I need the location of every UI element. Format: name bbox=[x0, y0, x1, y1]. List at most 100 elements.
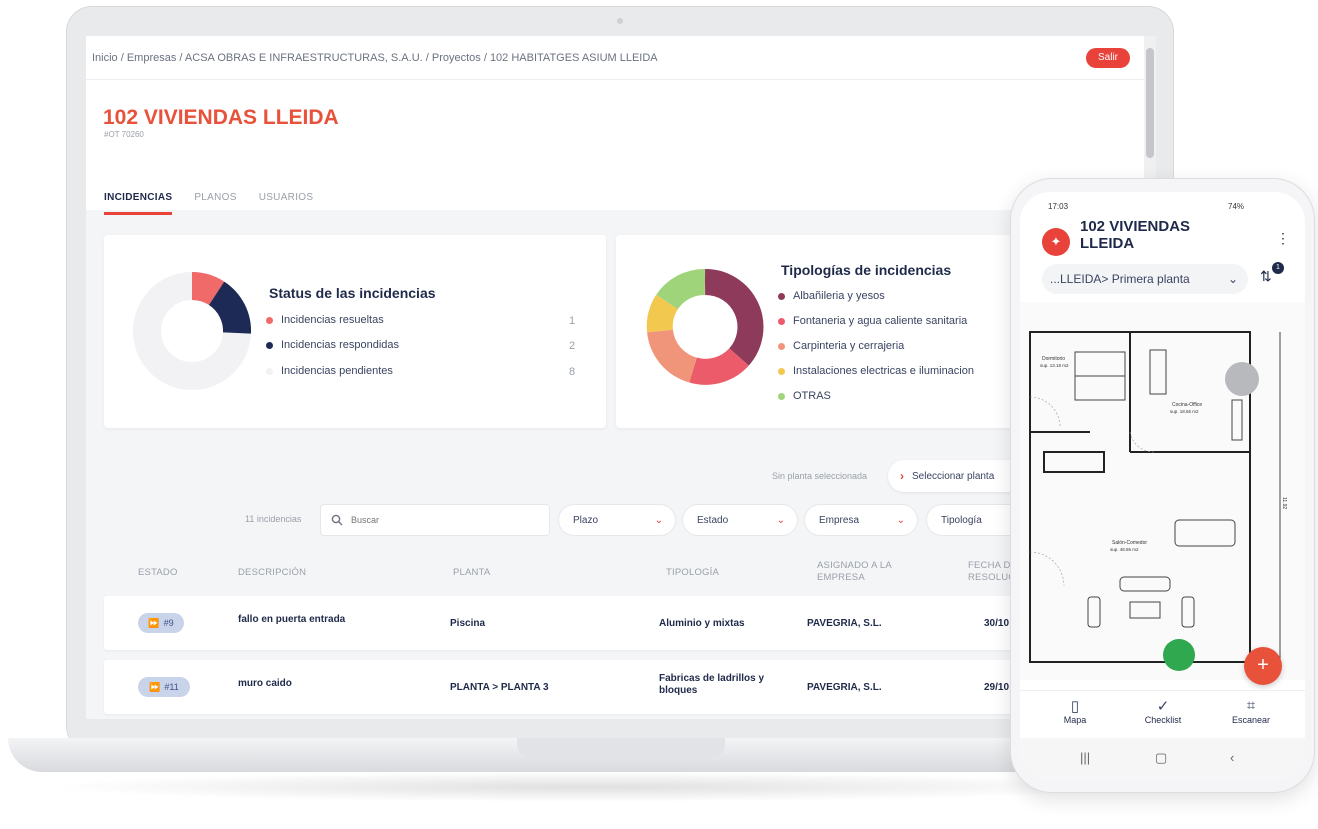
incident-id: #11 bbox=[164, 682, 179, 692]
types-donut-fontaneria bbox=[689, 347, 749, 385]
plan-select-value: ...LLEIDA> Primera planta bbox=[1050, 272, 1190, 286]
cell-type: Aluminio y mixtas bbox=[659, 618, 745, 629]
legend-pendientes: Incidencias pendientes bbox=[266, 365, 393, 377]
nav-label: Checklist bbox=[1144, 715, 1182, 725]
scene: Inicio / Empresas / ACSA OBRAS E INFRAES… bbox=[0, 0, 1318, 829]
room-dormitorio-area: sup. 13.18 m2 bbox=[1040, 363, 1069, 368]
search-input[interactable] bbox=[351, 515, 511, 525]
incident-marker-green[interactable] bbox=[1163, 639, 1195, 671]
legend-dot bbox=[778, 392, 785, 400]
legend-label: Carpinteria y cerrajeria bbox=[793, 340, 905, 352]
home-icon[interactable]: ▢ bbox=[1155, 750, 1167, 766]
legend-fontaneria: Fontaneria y agua caliente sanitaria bbox=[778, 315, 967, 327]
laptop-screen: Inicio / Empresas / ACSA OBRAS E INFRAES… bbox=[86, 36, 1156, 719]
header-descripcion[interactable]: DESCRIPCIÓN bbox=[238, 567, 306, 579]
map-icon: ▯ bbox=[1070, 698, 1080, 715]
filter-label: Empresa bbox=[819, 514, 860, 526]
mobile-plan-select[interactable]: ...LLEIDA> Primera planta ⌄ bbox=[1042, 264, 1248, 294]
legend-label: Fontaneria y agua caliente sanitaria bbox=[793, 315, 968, 327]
tab-incidencias[interactable]: INCIDENCIAS bbox=[104, 192, 173, 215]
status-pill[interactable]: ⏩ #9 bbox=[138, 613, 184, 633]
legend-dot bbox=[778, 292, 785, 300]
breadcrumb[interactable]: Inicio / Empresas / ACSA OBRAS E INFRAES… bbox=[92, 52, 658, 64]
select-plan-label: Seleccionar planta bbox=[912, 470, 995, 482]
select-plan-button[interactable]: › Seleccionar planta bbox=[888, 460, 1028, 492]
cell-company: PAVEGRIA, S.L. bbox=[807, 682, 882, 693]
legend-label: Albañileria y yesos bbox=[793, 290, 885, 302]
cell-company: PAVEGRIA, S.L. bbox=[807, 618, 882, 629]
header-planta[interactable]: PLANTA bbox=[453, 567, 490, 579]
project-code: #OT 70260 bbox=[104, 130, 144, 139]
legend-albanileria: Albañileria y yesos bbox=[778, 290, 885, 302]
legend-dot bbox=[778, 342, 785, 350]
chevron-down-icon: ⌄ bbox=[1227, 272, 1238, 286]
status-battery: 74% bbox=[1228, 202, 1245, 211]
status-time: 17:03 bbox=[1048, 202, 1069, 211]
tab-planos[interactable]: PLANOS bbox=[194, 192, 236, 215]
nav-escanear[interactable]: ⌗ Escanear bbox=[1216, 697, 1286, 725]
fast-forward-icon: ⏩ bbox=[149, 681, 161, 692]
scan-icon: ⌗ bbox=[1246, 697, 1256, 714]
system-nav: ||| ▢ ‹ bbox=[1020, 738, 1305, 780]
types-donut-chart bbox=[646, 268, 764, 385]
room-cocina-area: sup. 18.65 m2 bbox=[1170, 409, 1199, 414]
filter-plazo[interactable]: Plazo ⌄ bbox=[558, 504, 676, 536]
scroll-thumb[interactable] bbox=[1146, 48, 1154, 158]
legend-count: 2 bbox=[569, 340, 576, 352]
types-donut-albanileria bbox=[704, 268, 764, 366]
legend-label: Incidencias respondidas bbox=[281, 339, 400, 351]
nav-label: Mapa bbox=[1063, 715, 1087, 725]
search-box[interactable] bbox=[320, 504, 550, 536]
nav-checklist[interactable]: ✓ Checklist bbox=[1128, 697, 1198, 725]
types-donut-otras bbox=[656, 269, 706, 310]
status-card: Status de las incidencias Incidencias re… bbox=[104, 235, 606, 428]
plan-dimension: 11.92 bbox=[1281, 497, 1287, 509]
recents-icon[interactable]: ||| bbox=[1080, 750, 1090, 765]
legend-label: Incidencias pendientes bbox=[281, 365, 393, 377]
legend-dot bbox=[778, 317, 785, 325]
types-donut-carpinteria bbox=[647, 328, 698, 383]
floor-plan[interactable]: Dormitorio sup. 13.18 m2 Cocina-Office s… bbox=[1020, 302, 1305, 680]
fast-forward-icon: ⏩ bbox=[148, 617, 160, 628]
table-row[interactable]: ⏩ #9 fallo en puerta entrada Piscina Alum… bbox=[104, 596, 1144, 650]
legend-dot bbox=[266, 367, 273, 375]
legend-resueltas: Incidencias resueltas bbox=[266, 314, 384, 326]
header-tipologia[interactable]: TIPOLOGÍA bbox=[666, 567, 719, 579]
types-card: Tipologías de incidencias Albañileria y … bbox=[616, 235, 1056, 428]
chevron-down-icon: ⌄ bbox=[654, 514, 663, 526]
nav-mapa[interactable]: ▯ Mapa bbox=[1040, 697, 1110, 725]
more-options-icon[interactable]: ⋮ bbox=[1276, 230, 1290, 247]
back-icon[interactable]: ‹ bbox=[1230, 750, 1234, 765]
filter-icon[interactable]: ⇅ bbox=[1260, 268, 1272, 285]
filter-empresa[interactable]: Empresa ⌄ bbox=[804, 504, 918, 536]
cell-date: 30/10 bbox=[984, 618, 1010, 629]
types-card-title: Tipologías de incidencias bbox=[781, 262, 952, 278]
filter-label: Estado bbox=[697, 514, 729, 526]
room-salon-area: sup. 48.55 m2 bbox=[1110, 547, 1139, 552]
header-asignado[interactable]: ASIGNADO A LA EMPRESA bbox=[817, 560, 917, 584]
table-row[interactable]: ⏩ #11 muro caido PLANTA > PLANTA 3 Fabric… bbox=[104, 660, 1144, 714]
status-donut-resolved bbox=[191, 271, 225, 306]
status-pill[interactable]: ⏩ #11 bbox=[138, 677, 190, 697]
room-cocina: Cocina-Office bbox=[1172, 402, 1202, 408]
top-bar: Inicio / Empresas / ACSA OBRAS E INFRAES… bbox=[86, 36, 1156, 80]
legend-respondidas: Incidencias respondidas bbox=[266, 339, 399, 351]
room-dormitorio: Dormitorio bbox=[1042, 356, 1065, 362]
search-icon bbox=[331, 514, 343, 526]
chevron-down-icon: ⌄ bbox=[776, 514, 785, 526]
add-incident-button[interactable]: + bbox=[1244, 647, 1282, 685]
logout-button[interactable]: Salir bbox=[1086, 48, 1130, 68]
incident-marker-gray[interactable] bbox=[1225, 362, 1259, 396]
status-card-title: Status de las incidencias bbox=[269, 285, 436, 301]
project-header: 102 VIVIENDAS LLEIDA #OT 70260 INCIDENCI… bbox=[86, 80, 1144, 215]
room-salon: Salón-Comedor bbox=[1112, 540, 1147, 546]
laptop-shadow bbox=[40, 772, 1140, 802]
legend-label: Instalaciones electricas e iluminacion bbox=[793, 365, 974, 377]
status-donut-chart bbox=[133, 271, 252, 390]
tab-usuarios[interactable]: USUARIOS bbox=[259, 192, 314, 215]
floor-plan-drawing: Dormitorio sup. 13.18 m2 Cocina-Office s… bbox=[1029, 331, 1287, 663]
filter-estado[interactable]: Estado ⌄ bbox=[682, 504, 798, 536]
legend-label: OTRAS bbox=[793, 390, 831, 402]
header-estado[interactable]: ESTADO bbox=[138, 567, 178, 579]
legend-carpinteria: Carpinteria y cerrajeria bbox=[778, 340, 904, 352]
